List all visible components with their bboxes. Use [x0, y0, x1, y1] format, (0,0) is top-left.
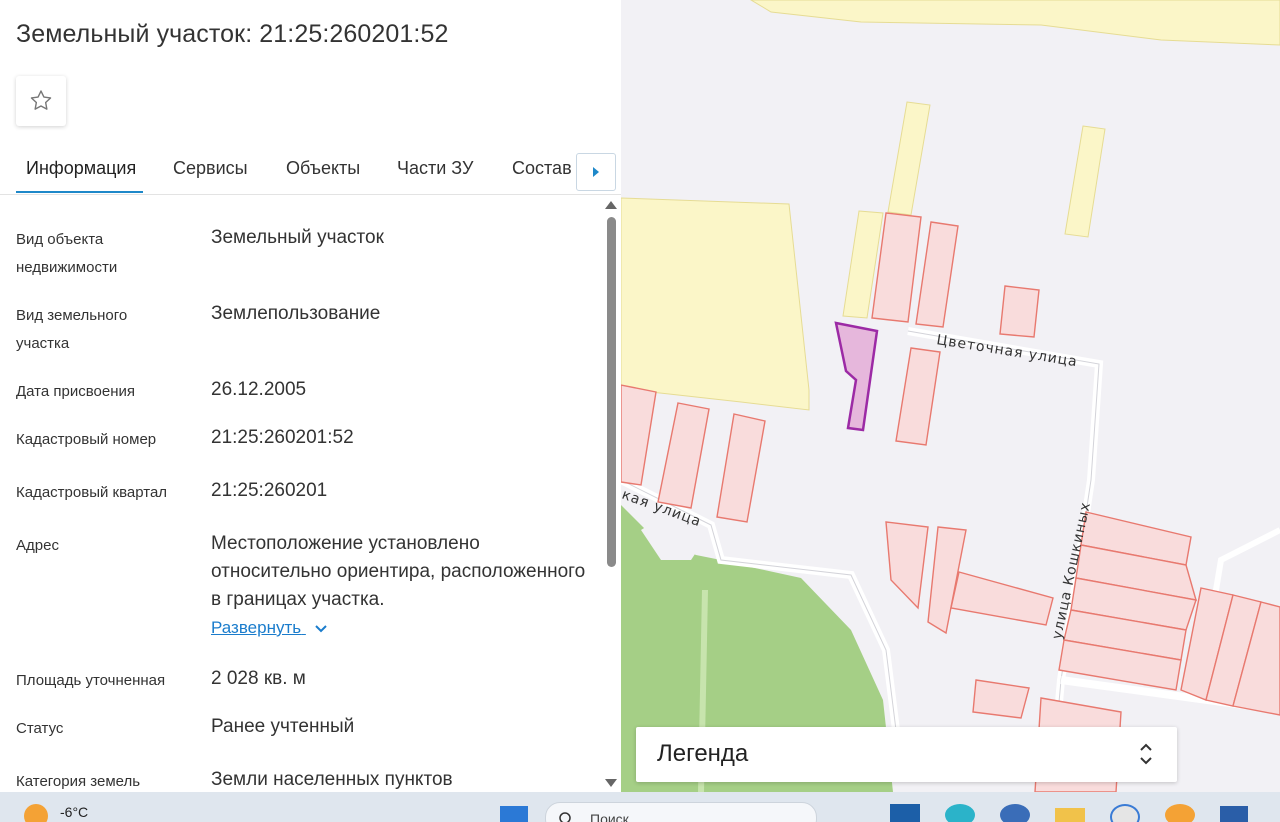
- value-cadastral-number: 21:25:260201:52: [211, 427, 354, 448]
- label-status: Статус: [16, 720, 64, 737]
- chevron-up-down-icon[interactable]: [1139, 741, 1153, 767]
- expand-label: Развернуть: [211, 618, 302, 637]
- label-area: Площадь уточненная: [16, 672, 166, 689]
- app-icon[interactable]: [1110, 804, 1140, 822]
- app-icon[interactable]: [1000, 804, 1030, 822]
- folder-icon[interactable]: [1055, 808, 1085, 822]
- label-assign-date: Дата присвоения: [16, 383, 135, 400]
- browser-icon[interactable]: [945, 804, 975, 822]
- favorite-button[interactable]: [16, 76, 66, 126]
- label-cadastral-number: Кадастровый номер: [16, 431, 157, 448]
- active-tab-indicator: [16, 191, 143, 193]
- value-object-type: Земельный участок: [211, 227, 384, 248]
- caret-right-icon: [593, 167, 599, 177]
- label-land-type: Вид земельного участка: [16, 307, 128, 352]
- search-placeholder: Поиск: [590, 811, 629, 822]
- selected-parcel[interactable]: [834, 321, 879, 432]
- scrollbar-thumb[interactable]: [607, 217, 616, 567]
- taskbar-app-icon[interactable]: [890, 804, 920, 822]
- tab-composition[interactable]: Состав: [512, 158, 572, 179]
- info-scrollbar[interactable]: [602, 195, 619, 792]
- label-land-category: Категория земель: [16, 773, 141, 790]
- weather-temp[interactable]: -6°C: [60, 804, 88, 820]
- value-area: 2 028 кв. м: [211, 668, 306, 689]
- app-icon[interactable]: [1220, 806, 1248, 822]
- value-land-type: Землепользование: [211, 303, 381, 324]
- weather-icon[interactable]: [24, 804, 48, 822]
- info-list: Вид объекта недвижимости Земельный участ…: [0, 195, 600, 792]
- page-title: Земельный участок: 21:25:260201:52: [16, 20, 449, 48]
- tab-services[interactable]: Сервисы: [173, 158, 248, 179]
- expand-address-link[interactable]: Развернуть: [211, 618, 328, 638]
- map-view[interactable]: Цветочная улица кая улица улица Кошкиных: [621, 0, 1280, 792]
- map-canvas[interactable]: Цветочная улица кая улица улица Кошкиных: [621, 0, 1280, 792]
- info-panel: Земельный участок: 21:25:260201:52 Инфор…: [0, 0, 621, 792]
- star-outline-icon: [30, 90, 52, 110]
- value-cadastral-quarter: 21:25:260201: [211, 480, 328, 501]
- legend-title: Легенда: [657, 740, 749, 767]
- street-label-tsvetochnaya: Цветочная улица: [935, 332, 1079, 370]
- tab-parts[interactable]: Части ЗУ: [397, 158, 473, 179]
- chevron-down-icon: [315, 624, 327, 632]
- zone-yellow-top: [750, 0, 1280, 46]
- app-icon[interactable]: [1165, 804, 1195, 822]
- tab-objects[interactable]: Объекты: [286, 158, 360, 179]
- zone-yellow-strip: [887, 101, 931, 216]
- label-object-type: Вид объекта недвижимости: [16, 231, 118, 276]
- scroll-up-arrow-icon[interactable]: [605, 201, 617, 209]
- value-address: Местоположение установлено относительно …: [211, 533, 586, 610]
- value-land-category: Земли населенных пунктов: [211, 769, 453, 790]
- tab-bar: Информация Сервисы Объекты Части ЗУ Сост…: [0, 144, 621, 195]
- taskbar-search[interactable]: Поиск: [545, 802, 817, 822]
- label-cadastral-quarter: Кадастровый квартал: [16, 484, 168, 501]
- tab-information[interactable]: Информация: [26, 158, 136, 179]
- scroll-down-arrow-icon[interactable]: [605, 779, 617, 787]
- legend-panel[interactable]: Легенда: [636, 727, 1177, 782]
- os-taskbar: -6°C Поиск: [0, 792, 1280, 822]
- start-button[interactable]: [500, 806, 528, 822]
- zone-yellow-left: [621, 197, 810, 411]
- search-icon: [559, 812, 571, 822]
- value-assign-date: 26.12.2005: [211, 379, 307, 400]
- tabs-next-button[interactable]: [576, 153, 616, 191]
- label-address: Адрес: [16, 537, 59, 554]
- zone-yellow-strip: [1064, 125, 1106, 238]
- value-status: Ранее учтенный: [211, 716, 355, 737]
